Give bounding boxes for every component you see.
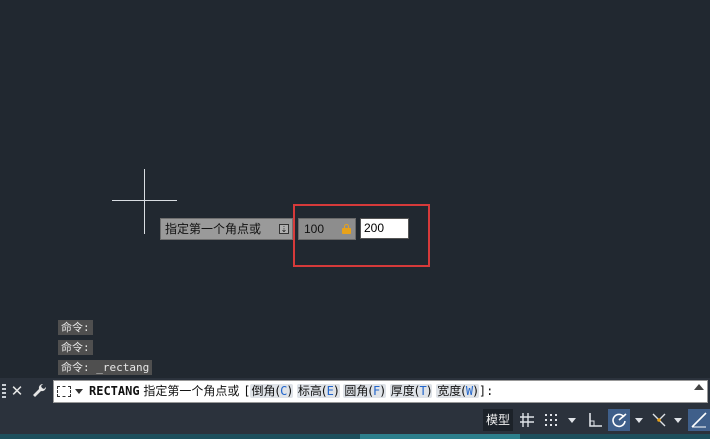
object-snap-tracking-icon[interactable] [688,409,710,431]
dynamic-input-prompt-text: 指定第一个角点或 [165,222,262,236]
option-thickness[interactable]: 厚度(T) [389,384,433,398]
options-arrow-icon[interactable]: ⇣ [279,224,289,234]
close-icon[interactable]: ✕ [9,381,25,401]
command-prompt-text: 指定第一个角点或 [143,384,240,398]
option-width[interactable]: 宽度(W) [436,384,479,398]
recent-commands-icon[interactable] [57,385,87,399]
command-prompt: RECTANG 指定第一个角点或 [倒角(C) 标高(E) 圆角(F) 厚度(T… [89,381,493,402]
progress-strip [0,434,710,439]
model-space-button[interactable]: 模型 [483,409,513,431]
status-bar: 模型 [0,406,710,439]
drawing-canvas[interactable]: 指定第一个角点或 ⇣ 100 200 命令: 命令: 命令: _rectang [0,0,710,378]
scroll-up-icon[interactable] [694,384,704,390]
option-fillet[interactable]: 圆角(F) [343,384,386,398]
highlight-box [293,204,430,267]
isodraft-icon[interactable] [648,409,670,431]
wrench-icon[interactable] [30,381,48,401]
crosshair-vertical [144,169,145,234]
isodraft-dropdown-icon[interactable] [674,418,682,423]
bracket-close: ]: [478,384,494,398]
option-chamfer[interactable]: 倒角(C) [250,384,294,398]
option-elevation[interactable]: 标高(E) [296,384,340,398]
history-line: 命令: [58,340,93,355]
history-line: 命令: [58,320,93,335]
polar-tracking-icon[interactable] [608,409,630,431]
ortho-icon[interactable] [584,409,606,431]
grid-icon[interactable] [516,409,538,431]
polar-dropdown-icon[interactable] [635,418,643,423]
dynamic-input-prompt: 指定第一个角点或 ⇣ [160,218,293,240]
snap-icon[interactable] [541,409,563,431]
history-line: 命令: _rectang [58,360,153,375]
drag-grip-icon[interactable] [2,384,6,400]
command-line-bar: ✕ RECTANG 指定第一个角点或 [倒角(C) 标高(E) 圆角(F) 厚度… [0,378,710,406]
command-keyword: RECTANG [89,384,140,398]
command-input[interactable]: RECTANG 指定第一个角点或 [倒角(C) 标高(E) 圆角(F) 厚度(T… [53,380,708,403]
snap-dropdown-icon[interactable] [568,418,576,423]
